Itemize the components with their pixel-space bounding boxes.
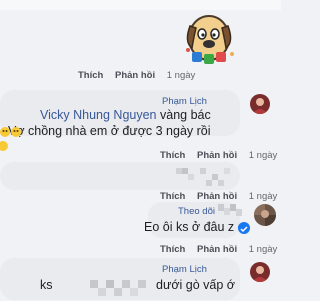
emoji-row <box>0 124 24 154</box>
timestamp: 1 ngày <box>248 191 278 202</box>
reply-text: Eo ôi ks ở đâu z c <box>144 220 244 234</box>
reply-link[interactable]: Phản hồi <box>197 150 237 161</box>
avatar[interactable] <box>254 204 276 226</box>
timestamp: 1 ngày <box>248 244 278 255</box>
commenter-name[interactable]: Phạm Lịch <box>162 96 207 107</box>
comment-actions: Thích Phản hồi 1 ngày <box>78 70 204 81</box>
reply-text: vàng bác <box>160 108 211 122</box>
dog-sticker <box>180 8 238 66</box>
follow-button[interactable]: Theo dõi <box>178 206 215 217</box>
reply-text-left: ks <box>40 278 53 292</box>
redacted-text <box>90 280 150 298</box>
avatar[interactable] <box>250 94 270 114</box>
like-link[interactable]: Thích <box>160 191 185 202</box>
reply-link[interactable]: Phản hồi <box>197 244 237 255</box>
commenter-name[interactable]: Phạm Lịch <box>162 264 207 275</box>
like-link[interactable]: Thích <box>160 150 185 161</box>
top-divider <box>0 0 281 10</box>
like-link[interactable]: Thích <box>78 70 103 81</box>
follow-label: Theo dõi <box>178 206 215 217</box>
avatar[interactable] <box>250 262 270 282</box>
comment-actions: Thích Phản hồi 1 ngày <box>160 191 286 202</box>
comment-actions: Thích Phản hồi 1 ngày <box>160 244 286 255</box>
reply-link[interactable]: Phản hồi <box>115 70 155 81</box>
redacted-text <box>176 168 236 186</box>
reply-text-line-2: Vợ chồng nhà em ở được 3 ngày rồi <box>8 124 211 138</box>
timestamp: 1 ngày <box>166 70 196 81</box>
reply-text-right: dưới gò vấp ớ <box>156 278 235 292</box>
timestamp: 1 ngày <box>248 150 278 161</box>
like-link[interactable]: Thích <box>160 244 185 255</box>
reply-text-line-1: Vicky Nhung Nguyen vàng bác <box>40 108 211 122</box>
comment-actions: Thích Phản hồi 1 ngày <box>160 150 286 161</box>
reaction-icon[interactable] <box>238 222 250 234</box>
reply-link[interactable]: Phản hồi <box>197 191 237 202</box>
mention-link[interactable]: Vicky Nhung Nguyen <box>40 108 157 122</box>
